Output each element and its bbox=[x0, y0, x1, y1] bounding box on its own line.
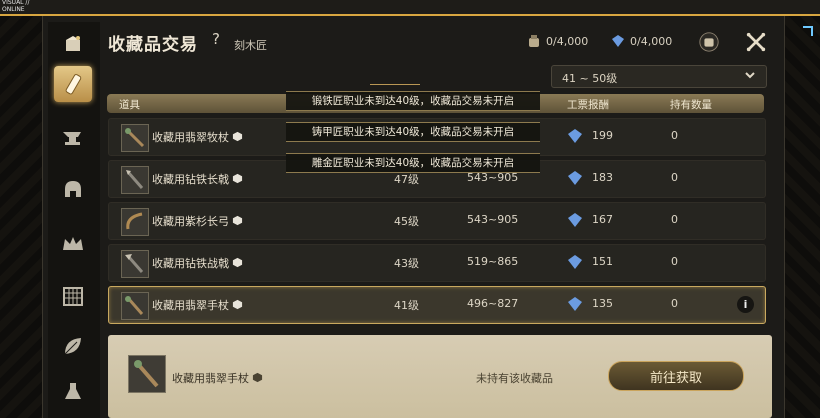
scrip-icon bbox=[568, 129, 582, 143]
owned-quantity: 0 bbox=[671, 255, 678, 268]
item-name: 收藏用紫杉长弓 bbox=[152, 215, 229, 228]
item-thumbnail bbox=[121, 124, 149, 152]
notification-banner: 雕金匠职业未到达40级，收藏品交易未开启 bbox=[286, 153, 540, 173]
item-name: 收藏用翡翠手杖 bbox=[152, 299, 229, 312]
owned-quantity: 0 bbox=[671, 171, 678, 184]
collectable-icon bbox=[232, 215, 243, 226]
collectability-range: 543~905 bbox=[467, 213, 519, 226]
collectable-icon bbox=[232, 257, 243, 268]
helmet-icon bbox=[65, 181, 81, 197]
ownership-status: 未持有该收藏品 bbox=[476, 372, 553, 385]
sidebar-item-armorer[interactable] bbox=[54, 172, 92, 208]
item-name: 收藏用翡翠牧杖 bbox=[152, 131, 229, 144]
table-row-selected[interactable]: 收藏用翡翠手杖 41级 496~827 135 0 i bbox=[108, 286, 766, 324]
selected-item-thumbnail bbox=[128, 355, 166, 393]
leaf-icon bbox=[64, 338, 81, 355]
item-name: 收藏用钻铁战戟 bbox=[152, 257, 229, 270]
sidebar-item-woodworking[interactable] bbox=[54, 66, 92, 102]
sidebar bbox=[48, 22, 100, 418]
collectable-icon bbox=[252, 372, 263, 383]
top-bar: VISUAL // ONLINE bbox=[0, 0, 820, 16]
scrip-reward: 183 bbox=[592, 171, 613, 184]
notification-banner: 铸甲匠职业未到达40级，收藏品交易未开启 bbox=[286, 122, 540, 142]
sidebar-item-goldsmith[interactable] bbox=[54, 226, 92, 262]
currency-exchange-button[interactable] bbox=[697, 30, 721, 54]
decorative-border-left bbox=[0, 16, 42, 418]
flask-icon bbox=[65, 383, 81, 399]
currency-scrip-2: 0/4,000 bbox=[611, 34, 672, 48]
collectability-range: 519~865 bbox=[467, 255, 519, 268]
sidebar-item-weaver[interactable] bbox=[54, 278, 92, 314]
loom-icon bbox=[63, 287, 83, 306]
anvil-icon bbox=[63, 132, 81, 145]
level-range-dropdown[interactable]: 41 ~ 50级 bbox=[551, 65, 767, 88]
item-level: 47级 bbox=[394, 173, 419, 186]
item-level: 45级 bbox=[394, 215, 419, 228]
crown-icon bbox=[63, 237, 83, 250]
sidebar-item-blacksmith[interactable] bbox=[54, 118, 92, 154]
page-title: 收藏品交易 bbox=[108, 35, 198, 55]
gem-icon bbox=[612, 35, 624, 47]
column-reward: 工票报酬 bbox=[567, 99, 609, 111]
pot-icon bbox=[699, 32, 719, 52]
scrip-reward: 199 bbox=[592, 129, 613, 142]
box-icon bbox=[66, 36, 80, 51]
column-quantity: 持有数量 bbox=[670, 99, 712, 111]
scrip-reward: 151 bbox=[592, 255, 613, 268]
selected-item-name: 收藏用翡翠手杖 bbox=[172, 372, 249, 385]
collectable-icon bbox=[232, 131, 243, 142]
decorative-border-right bbox=[783, 16, 820, 418]
owned-quantity: 0 bbox=[671, 129, 678, 142]
collectable-icon bbox=[232, 173, 243, 184]
sidebar-item-leatherworker[interactable] bbox=[54, 328, 92, 364]
item-thumbnail bbox=[121, 208, 149, 236]
item-level: 41级 bbox=[394, 299, 419, 312]
close-button[interactable] bbox=[744, 30, 768, 54]
sidebar-item-alchemist[interactable] bbox=[54, 374, 92, 410]
notification-banner: 锻铁匠职业未到达40级，收藏品交易未开启 bbox=[286, 91, 540, 111]
column-item: 道具 bbox=[119, 99, 140, 111]
scrip-icon bbox=[568, 213, 582, 227]
item-level: 43级 bbox=[394, 257, 419, 270]
scrip-reward: 135 bbox=[592, 297, 613, 310]
ornament-divider bbox=[370, 84, 420, 91]
collectability-range: 496~827 bbox=[467, 297, 519, 310]
sidebar-item-box[interactable] bbox=[54, 26, 92, 62]
item-thumbnail bbox=[121, 292, 149, 320]
scrip-reward: 167 bbox=[592, 213, 613, 226]
watermark-logo: VISUAL // ONLINE bbox=[2, 0, 30, 13]
collectable-icon bbox=[232, 299, 243, 310]
table-row[interactable]: 收藏用钻铁战戟 43级 519~865 151 0 bbox=[108, 244, 766, 282]
currency-scrip-1: 0/4,000 bbox=[527, 34, 588, 48]
chevron-down-icon bbox=[744, 69, 756, 84]
go-obtain-button[interactable]: 前往获取 bbox=[608, 361, 744, 391]
job-subtitle: 刻木匠 bbox=[234, 39, 267, 52]
table-row[interactable]: 收藏用紫杉长弓 45级 543~905 167 0 bbox=[108, 202, 766, 240]
selected-item-panel: 收藏用翡翠手杖 未持有该收藏品 前往获取 bbox=[108, 335, 772, 418]
info-icon[interactable]: i bbox=[737, 296, 754, 313]
owned-quantity: 0 bbox=[671, 297, 678, 310]
corner-marker bbox=[803, 26, 813, 36]
bag-icon bbox=[529, 35, 539, 47]
item-thumbnail bbox=[121, 250, 149, 278]
help-button[interactable]: ? bbox=[212, 30, 220, 48]
close-icon bbox=[746, 32, 766, 52]
scrip-icon bbox=[568, 255, 582, 269]
scrip-icon bbox=[568, 297, 582, 311]
scrip-icon bbox=[568, 171, 582, 185]
owned-quantity: 0 bbox=[671, 213, 678, 226]
item-thumbnail bbox=[121, 166, 149, 194]
woodworking-icon bbox=[65, 74, 82, 95]
item-name: 收藏用钻铁长戟 bbox=[152, 173, 229, 186]
